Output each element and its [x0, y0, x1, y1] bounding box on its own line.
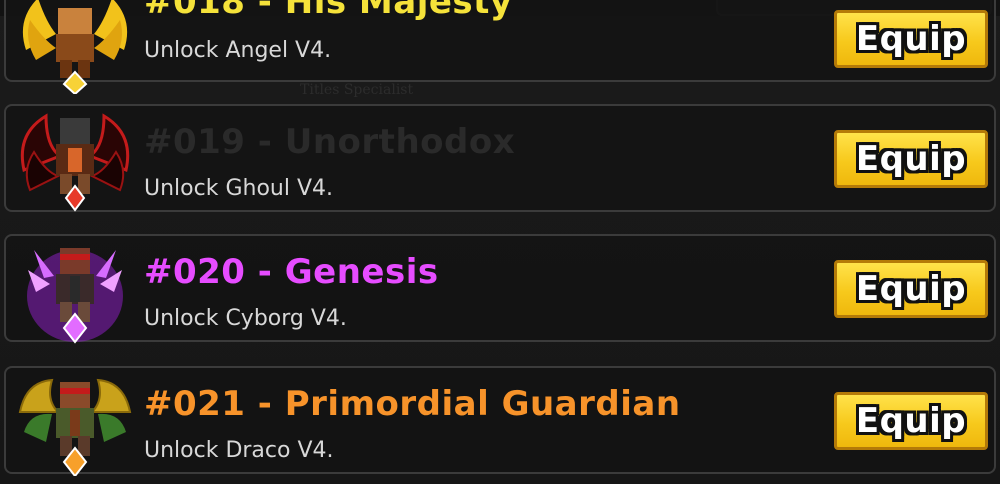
title-name: #021 - Primordial Guardian	[144, 384, 681, 424]
equip-button[interactable]: Equip	[834, 130, 988, 188]
title-name: #018 - His Majesty	[144, 0, 513, 22]
equip-button[interactable]: Equip	[834, 10, 988, 68]
ghoul-avatar-icon	[20, 113, 130, 212]
equip-label: Equip	[855, 269, 967, 309]
equip-label: Equip	[855, 19, 967, 59]
equip-button[interactable]: Equip	[834, 392, 988, 450]
title-row-021[interactable]: #021 - Primordial Guardian Unlock Draco …	[4, 366, 996, 476]
angel-avatar-icon	[23, 0, 127, 94]
title-unlock-requirement: Unlock Ghoul V4.	[144, 176, 333, 201]
title-name: #019 - Unorthodox	[144, 122, 516, 162]
title-unlock-requirement: Unlock Cyborg V4.	[144, 306, 347, 331]
titles-panel: Titles Specialist #018 - His Majesty Unl…	[0, 0, 1000, 484]
cyborg-avatar-icon	[27, 248, 123, 344]
equip-label: Equip	[855, 139, 967, 179]
title-unlock-requirement: Unlock Draco V4.	[144, 438, 334, 463]
title-row-018[interactable]: #018 - His Majesty Unlock Angel V4. Equi…	[4, 0, 996, 94]
title-name: #020 - Genesis	[144, 252, 439, 292]
equip-button[interactable]: Equip	[834, 260, 988, 318]
title-row-019[interactable]: #019 - Unorthodox Unlock Ghoul V4. Equip	[4, 104, 996, 212]
title-row-020[interactable]: #020 - Genesis Unlock Cyborg V4. Equip	[4, 234, 996, 344]
draco-avatar-icon	[18, 378, 132, 476]
title-unlock-requirement: Unlock Angel V4.	[144, 38, 332, 63]
background-label: Titles Specialist	[300, 82, 414, 98]
equip-label: Equip	[855, 401, 967, 441]
